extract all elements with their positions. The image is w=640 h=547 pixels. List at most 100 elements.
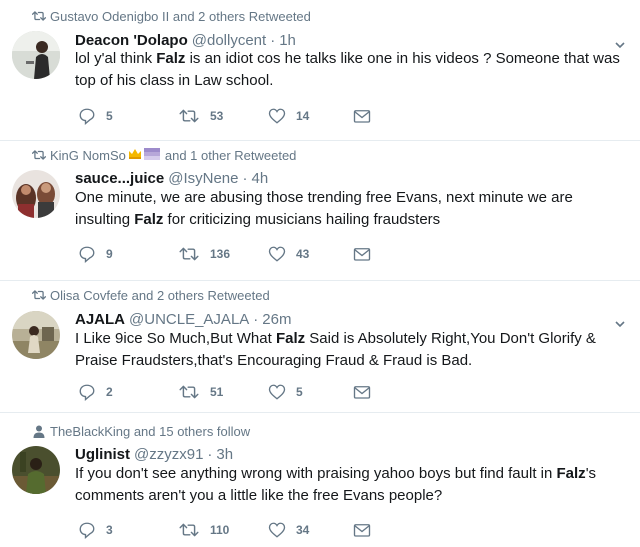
tweet[interactable]: Gustavo Odenigbo II and 2 others Retweet… [0, 0, 640, 141]
tweet-text-part: I Like 9ice So Much,But What [75, 330, 276, 347]
dm-button[interactable] [353, 384, 371, 400]
retweet-icon [32, 288, 46, 302]
dm-button[interactable] [353, 246, 371, 262]
envelope-icon [353, 110, 371, 123]
envelope-icon [353, 248, 371, 261]
tweet-text-part: lol y'al think [75, 50, 157, 67]
avatar[interactable] [12, 31, 60, 79]
retweet-icon [179, 385, 199, 399]
timestamp[interactable]: 26m [262, 311, 291, 328]
like-button[interactable]: 5 [268, 383, 353, 401]
social-context[interactable]: TheBlackKing and 15 others follow [33, 423, 251, 439]
retweet-button[interactable]: 136 [178, 246, 268, 262]
retweet-count: 110 [210, 523, 230, 537]
user-handle[interactable]: @zzyzx91 [134, 446, 203, 463]
retweet-icon [179, 523, 199, 537]
highlighted-keyword: Falz [275, 330, 306, 347]
like-button[interactable]: 43 [268, 245, 353, 263]
retweet-count: 51 [210, 385, 224, 399]
timeline-feed: Gustavo Odenigbo II and 2 others Retweet… [0, 0, 640, 547]
reply-button[interactable]: 5 [78, 107, 178, 125]
user-handle[interactable]: @UNCLE_AJALA [129, 311, 249, 328]
tweet-text: If you don't see anything wrong with pra… [75, 463, 624, 507]
reply-icon [79, 522, 95, 539]
timestamp[interactable]: 4h [251, 170, 268, 187]
social-context-text: Gustavo Odenigbo II and 2 others Retweet… [50, 8, 311, 24]
heart-icon [268, 108, 286, 124]
person-icon [32, 424, 46, 438]
retweet-count: 53 [210, 109, 224, 123]
avatar[interactable] [12, 170, 60, 218]
retweet-icon [32, 9, 46, 23]
retweet-button[interactable]: 110 [178, 522, 268, 538]
display-name[interactable]: AJALA [75, 311, 125, 328]
tweet-actions: 2 51 5 [78, 382, 371, 402]
highlighted-keyword: Falz [556, 465, 586, 482]
dm-button[interactable] [353, 522, 371, 538]
crown-emoji-icon [128, 148, 142, 163]
reply-icon [79, 384, 95, 401]
tweet-actions: 5 53 14 [78, 106, 371, 126]
reply-icon [79, 246, 95, 263]
like-count: 43 [296, 247, 310, 261]
timestamp[interactable]: 1h [279, 32, 296, 49]
display-name[interactable]: Uglinist [75, 446, 130, 463]
tweet-actions: 9 136 43 [78, 244, 371, 264]
tweet-actions: 3 110 34 [78, 520, 371, 540]
retweet-button[interactable]: 53 [178, 108, 268, 124]
like-count: 14 [296, 109, 310, 123]
social-context-text: TheBlackKing and 15 others follow [50, 423, 251, 439]
display-name[interactable]: sauce...juice [75, 170, 164, 187]
tweet-text: lol y'al think Falz is an idiot cos he t… [75, 48, 624, 92]
tweet-text: I Like 9ice So Much,But What Falz Said i… [75, 328, 624, 372]
social-context[interactable]: Gustavo Odenigbo II and 2 others Retweet… [32, 8, 311, 24]
retweet-icon [179, 109, 199, 123]
highlighted-keyword: Falz [156, 50, 186, 67]
highlighted-keyword: Falz [134, 211, 164, 228]
tweet-text-part: for criticizing musicians hailing frauds… [163, 211, 441, 228]
reply-count: 5 [106, 109, 113, 123]
like-button[interactable]: 14 [268, 107, 353, 125]
avatar[interactable] [12, 446, 60, 494]
user-handle[interactable]: @IsyNene [168, 170, 238, 187]
like-button[interactable]: 34 [268, 521, 353, 539]
reply-count: 2 [106, 385, 113, 399]
user-handle[interactable]: @dollycent [192, 32, 266, 49]
timestamp[interactable]: 3h [216, 446, 233, 463]
retweet-count: 136 [210, 247, 231, 261]
social-context-name: KinG NomSo [50, 147, 126, 163]
avatar[interactable] [12, 311, 60, 359]
dm-button[interactable] [353, 108, 371, 124]
reply-count: 9 [106, 247, 113, 261]
retweet-button[interactable]: 51 [178, 384, 268, 400]
envelope-icon [353, 386, 371, 399]
social-context-text: and 1 other Retweeted [164, 147, 297, 163]
like-count: 5 [296, 385, 303, 399]
reply-button[interactable]: 2 [78, 383, 178, 401]
tweet-text-part: If you don't see anything wrong with pra… [75, 465, 557, 482]
retweet-icon [179, 247, 199, 261]
display-name[interactable]: Deacon 'Dolapo [75, 32, 188, 49]
social-context[interactable]: Olisa Covfefe and 2 others Retweeted [32, 287, 270, 303]
like-count: 34 [296, 523, 310, 537]
heart-icon [268, 246, 286, 262]
retweet-icon [32, 148, 46, 162]
separator: · [270, 32, 276, 49]
tweet[interactable]: Olisa Covfefe and 2 others Retweeted AJA… [0, 281, 640, 413]
flag-emoji-icon [143, 147, 160, 163]
reply-button[interactable]: 3 [78, 521, 178, 539]
separator: · [253, 311, 259, 328]
separator: · [207, 446, 213, 463]
social-context-text: Olisa Covfefe and 2 others Retweeted [50, 287, 270, 303]
reply-button[interactable]: 9 [78, 245, 178, 263]
tweet[interactable]: KinG NomSo and 1 other Retweeted sauce..… [0, 141, 640, 281]
social-context[interactable]: KinG NomSo and 1 other Retweeted [32, 147, 297, 163]
tweet[interactable]: TheBlackKing and 15 others follow Uglini… [0, 413, 640, 547]
heart-icon [268, 384, 286, 400]
heart-icon [268, 522, 286, 538]
separator: · [242, 170, 248, 187]
envelope-icon [353, 524, 371, 537]
reply-count: 3 [106, 523, 113, 537]
tweet-text: One minute, we are abusing those trendin… [75, 187, 624, 231]
reply-icon [79, 108, 95, 125]
